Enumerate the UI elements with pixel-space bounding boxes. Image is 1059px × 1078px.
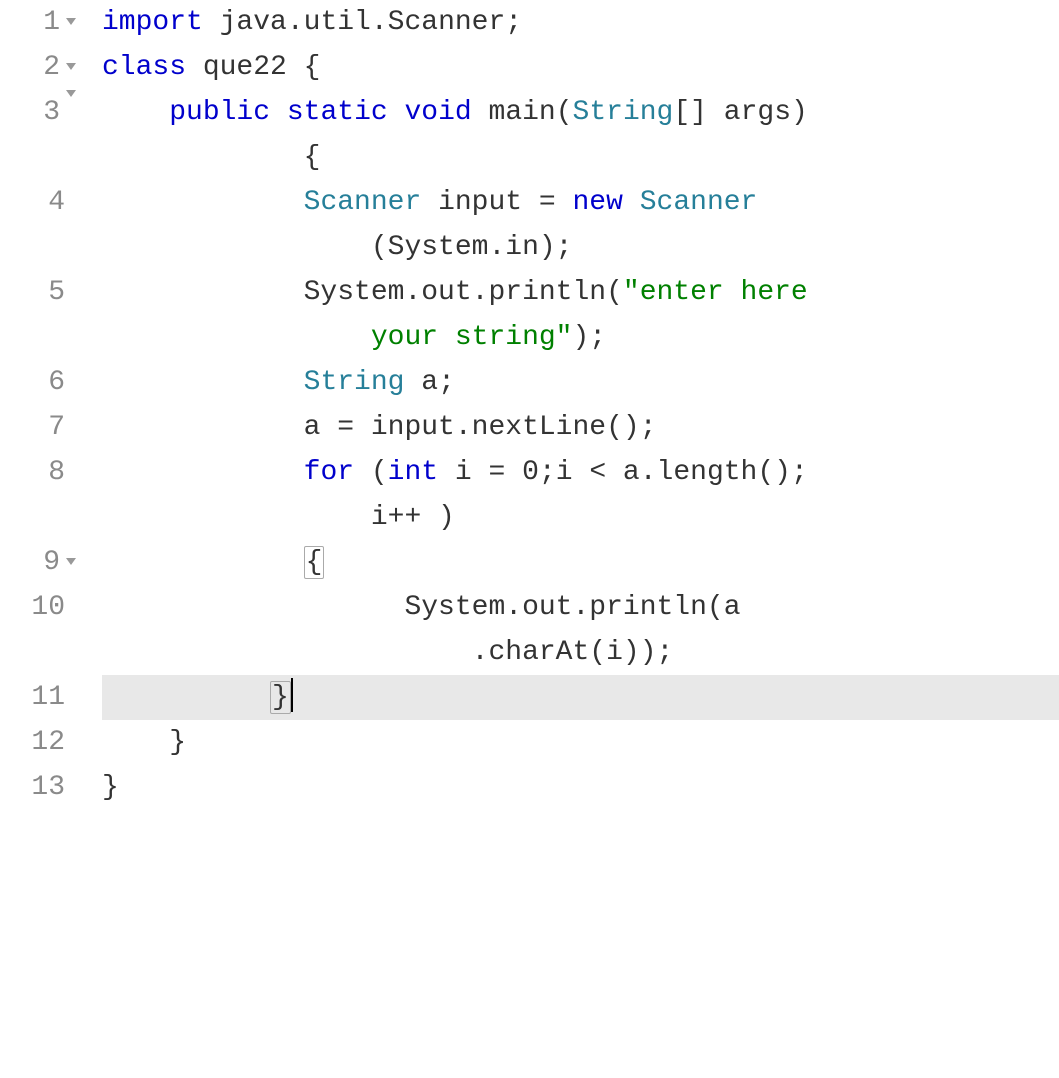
line-number-text: 1 — [43, 0, 60, 45]
code-line[interactable]: } — [102, 720, 1059, 765]
code-line[interactable]: public static void main(String[] args) { — [102, 90, 1059, 180]
line-number-text: 4 — [48, 180, 65, 225]
line-number-gutter: 12345678910111213 — [0, 0, 90, 810]
code-line[interactable]: for (int i = 0;i < a.length(); i++ ) — [102, 450, 1059, 540]
line-number-text: 10 — [31, 585, 65, 630]
line-number-text: 12 — [31, 720, 65, 765]
fold-marker-icon[interactable] — [66, 90, 76, 97]
line-number: 4 — [0, 180, 82, 270]
code-token — [102, 457, 304, 488]
line-number: 10 — [0, 585, 82, 675]
code-token — [102, 367, 304, 398]
line-number: 8 — [0, 450, 82, 540]
line-number: 1 — [0, 0, 82, 45]
line-number: 12 — [0, 720, 82, 765]
code-line[interactable]: Scanner input = new Scanner (System.in); — [102, 180, 1059, 270]
line-number-text: 6 — [48, 360, 65, 405]
line-number-text: 8 — [48, 450, 65, 495]
line-number: 6 — [0, 360, 82, 405]
code-token: String — [304, 367, 405, 398]
line-number-text: 2 — [43, 45, 60, 90]
code-token: int — [388, 457, 438, 488]
line-number-text: 13 — [31, 765, 65, 810]
code-token: new — [573, 187, 623, 218]
code-token: ); — [572, 322, 606, 353]
line-number: 13 — [0, 765, 82, 810]
code-token: } — [102, 727, 186, 758]
code-token — [102, 187, 304, 218]
line-number: 7 — [0, 405, 82, 450]
code-token: class — [102, 52, 186, 83]
code-token: for — [304, 457, 354, 488]
code-token: main( — [472, 97, 573, 128]
line-number-text: 9 — [43, 540, 60, 585]
fold-marker-icon[interactable] — [66, 18, 76, 25]
code-line[interactable]: { — [102, 540, 1059, 585]
code-token: Scanner — [304, 187, 422, 218]
fold-marker-icon[interactable] — [66, 558, 76, 565]
code-line[interactable]: } — [102, 675, 1059, 720]
code-token: import — [102, 7, 203, 38]
code-line[interactable]: } — [102, 765, 1059, 810]
code-token: { — [304, 546, 325, 579]
code-token — [623, 187, 640, 218]
code-token — [102, 97, 169, 128]
line-number-text: 3 — [43, 90, 60, 135]
code-token — [388, 97, 405, 128]
line-number-text: 5 — [48, 270, 65, 315]
code-line[interactable]: class que22 { — [102, 45, 1059, 90]
code-line[interactable]: System.out.println("enter here your stri… — [102, 270, 1059, 360]
code-editor[interactable]: 12345678910111213 import java.util.Scann… — [0, 0, 1059, 810]
code-token: String — [573, 97, 674, 128]
line-number-text: 7 — [48, 405, 65, 450]
line-number-text: 11 — [31, 675, 65, 720]
code-token: java.util.Scanner; — [203, 7, 522, 38]
code-line[interactable]: import java.util.Scanner; — [102, 0, 1059, 45]
code-token: void — [405, 97, 472, 128]
code-token: } — [102, 772, 119, 803]
text-cursor — [291, 678, 293, 712]
code-token — [102, 682, 270, 713]
code-line[interactable]: a = input.nextLine(); — [102, 405, 1059, 450]
line-number: 5 — [0, 270, 82, 360]
code-token: a; — [404, 367, 454, 398]
code-token: (System.in); — [102, 232, 572, 263]
line-number: 2 — [0, 45, 82, 90]
code-token — [102, 547, 304, 578]
code-token: static — [287, 97, 388, 128]
code-token: a = input.nextLine(); — [102, 412, 657, 443]
code-line[interactable]: String a; — [102, 360, 1059, 405]
code-token: input = — [421, 187, 572, 218]
code-line[interactable]: System.out.println(a .charAt(i)); — [102, 585, 1059, 675]
line-number: 11 — [0, 675, 82, 720]
code-token: } — [270, 681, 291, 714]
code-area[interactable]: import java.util.Scanner;class que22 { p… — [90, 0, 1059, 810]
code-token: System.out.println(a .charAt(i)); — [102, 592, 741, 668]
line-number: 3 — [0, 90, 82, 180]
fold-marker-icon[interactable] — [66, 63, 76, 70]
code-token: System.out.println( — [102, 277, 623, 308]
line-number: 9 — [0, 540, 82, 585]
code-token: Scanner — [640, 187, 758, 218]
code-token — [270, 97, 287, 128]
code-token: que22 { — [186, 52, 320, 83]
code-token: ( — [354, 457, 388, 488]
code-token: public — [169, 97, 270, 128]
